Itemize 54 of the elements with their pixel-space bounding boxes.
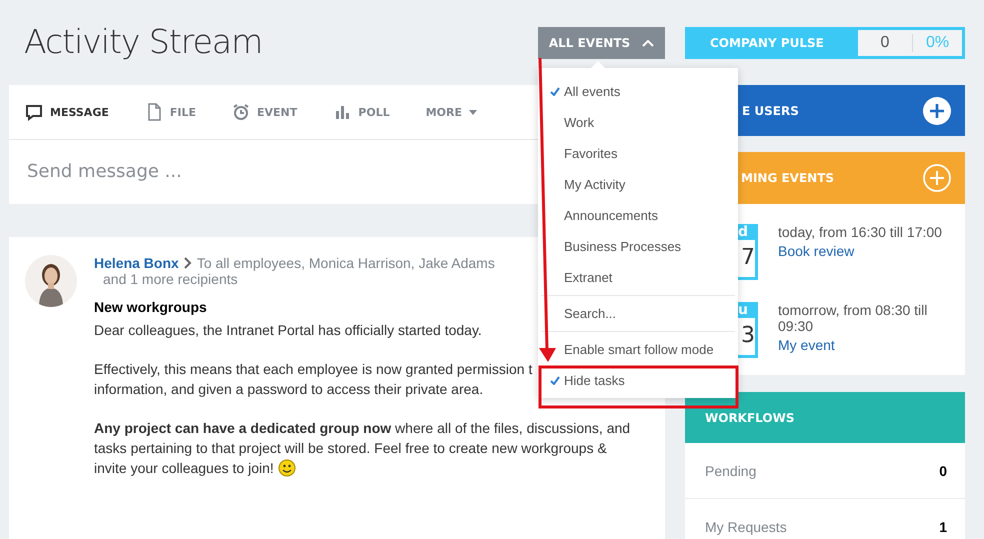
pulse-count: 0: [858, 34, 913, 52]
company-pulse-bar[interactable]: COMPANY PULSE 0 0%: [685, 27, 965, 59]
workflow-row[interactable]: Pending 0: [685, 443, 965, 499]
chevron-up-icon: [642, 39, 654, 47]
menu-item[interactable]: Enable smart follow mode: [541, 334, 735, 365]
workflow-count: 1: [939, 518, 947, 534]
chevron-right-icon: [184, 257, 192, 269]
pulse-label: COMPANY PULSE: [710, 36, 825, 50]
calendar-date: 3: [738, 318, 755, 355]
workflow-count: 0: [939, 462, 947, 478]
calendar-day: d: [738, 224, 758, 240]
menu-item[interactable]: Hide tasks: [541, 365, 735, 396]
composer-tab[interactable]: POLL: [333, 103, 390, 121]
menu-item[interactable]: Extranet: [541, 262, 735, 293]
workflow-row[interactable]: My Requests 1: [685, 499, 965, 539]
more-recipients-link[interactable]: and 1 more recipients: [103, 271, 238, 287]
composer-tab[interactable]: FILE: [144, 103, 196, 121]
recipients-text: To all employees, Monica Harrison, Jake Adams: [196, 255, 495, 271]
alarm-clock-icon: [232, 103, 250, 121]
post-text: invite your colleagues to join!: [94, 459, 274, 478]
post-text: Dear colleagues, the Intranet Portal has officially started today.: [94, 321, 482, 340]
post-text: information, and given a password to access their private area.: [94, 380, 484, 399]
menu-item[interactable]: Search...: [541, 298, 735, 329]
calendar-day: u: [738, 302, 758, 318]
pulse-percent: 0%: [924, 34, 950, 52]
post-text: tasks pertaining to that project will be stored. Feel free to create new workgroups &: [94, 439, 607, 458]
composer-tab[interactable]: MESSAGE: [25, 103, 109, 121]
event-link[interactable]: Book review: [778, 240, 958, 262]
composer-tab[interactable]: MORE: [426, 106, 478, 118]
caret-icon: [469, 110, 478, 114]
menu-item[interactable]: Announcements: [541, 200, 735, 231]
panel-title: MING EVENTS: [741, 171, 834, 185]
workflow-label: My Requests: [705, 518, 787, 534]
page-title: Activity Stream: [24, 22, 262, 61]
add-icon[interactable]: [923, 96, 951, 124]
panel-title: WORKFLOWS: [705, 410, 794, 424]
post-text: Effectively, this means that each employee is now granted permission t: [94, 360, 532, 379]
calendar-date: 7: [738, 240, 755, 277]
workflow-label: Pending: [705, 462, 756, 478]
panel-title: E USERS: [742, 104, 799, 118]
menu-item[interactable]: All events: [541, 76, 735, 107]
smiley-icon: [278, 459, 296, 477]
event-link[interactable]: My event: [778, 334, 958, 356]
menu-item[interactable]: Work: [541, 107, 735, 138]
author-link[interactable]: Helena Bonx: [94, 255, 179, 271]
post-text: Any project can have a dedicated group now where all of the files, discussions, and: [94, 419, 630, 438]
filter-dropdown-button[interactable]: ALL EVENTS: [538, 27, 665, 59]
menu-item[interactable]: Business Processes: [541, 231, 735, 262]
event-time: tomorrow, from 08:30 till 09:30: [778, 302, 928, 334]
chat-bubble-icon: [25, 103, 43, 121]
event-time: today, from 16:30 till 17:00: [778, 224, 943, 240]
composer-tab[interactable]: EVENT: [232, 103, 298, 121]
bar-chart-icon: [333, 103, 352, 121]
post-title: New workgroups: [94, 299, 207, 315]
